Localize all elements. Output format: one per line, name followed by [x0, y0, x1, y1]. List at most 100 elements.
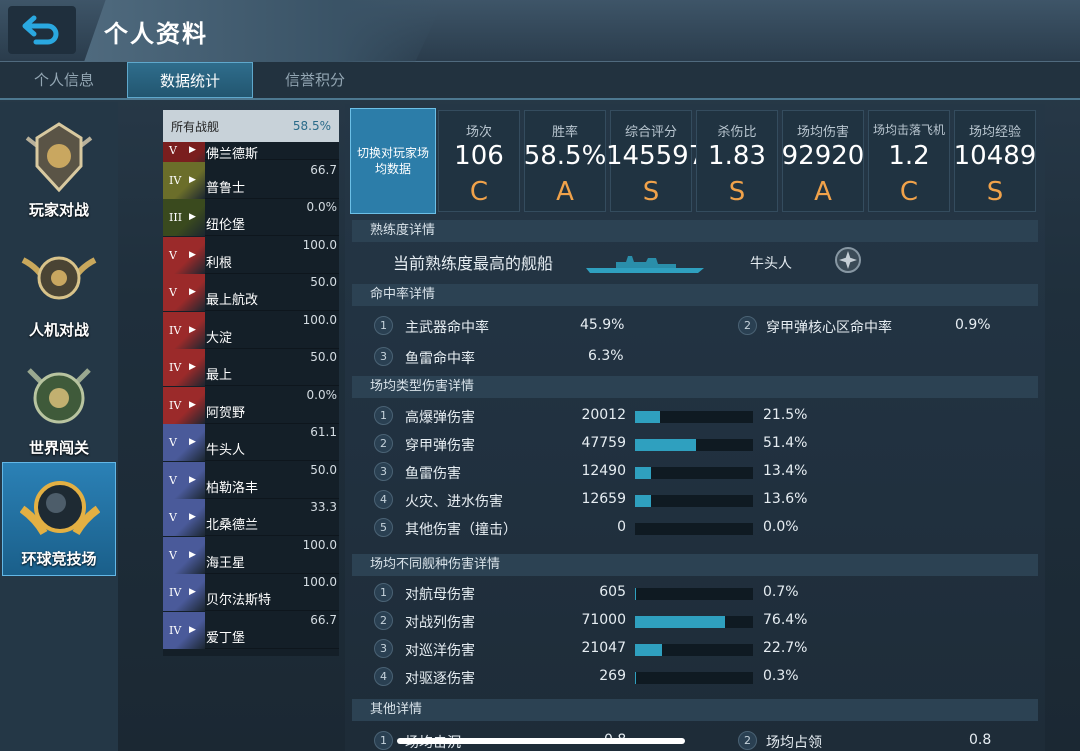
ship-class-icon: ▶: [189, 587, 196, 597]
mode-world-challenge-label: 世界闯关: [28, 439, 89, 457]
row-number-badge: 2: [374, 611, 393, 630]
stat-value: 1.83: [708, 141, 766, 171]
stat-value: 1.2: [888, 141, 930, 171]
damage-bar-fill: [635, 411, 661, 423]
torpedo-hit-label: 鱼雷命中率: [405, 351, 475, 367]
ship-name: 纽伦堡: [206, 218, 246, 233]
ship-list[interactable]: 所有战舰 58.5% V ▶ 佛兰德斯 IV ▶ 普鲁士 66.7 III ▶ 纽伦堡 0.0% V ▶…: [163, 110, 339, 656]
pvp-emblem-icon: [25, 122, 93, 193]
page-title: 个人资料: [104, 20, 208, 48]
switch-data-button[interactable]: 切换对玩家场均数据: [350, 108, 436, 214]
mode-pvp[interactable]: 玩家对战: [2, 112, 116, 226]
other-section-header: 其他详情: [352, 699, 1038, 721]
ship-list-item[interactable]: V ▶ 北桑德兰 33.3: [163, 499, 339, 536]
row-number-badge: 1: [374, 406, 393, 425]
mode-pvp-label: 玩家对战: [28, 201, 89, 219]
stat-value: 92920: [781, 141, 865, 171]
damage-bar: [635, 411, 753, 423]
stat-label: 综合评分: [624, 125, 677, 140]
row-number-badge: 3: [374, 639, 393, 658]
damage-value: 47759: [581, 435, 626, 451]
damage-percent: 51.4%: [763, 435, 808, 451]
ship-list-item[interactable]: III ▶ 纽伦堡 0.0%: [163, 199, 339, 236]
ship-winrate: 100.0: [302, 575, 337, 589]
stat-grade: C: [469, 177, 489, 207]
ship-name: 北桑德兰: [206, 518, 259, 533]
damage-percent: 13.4%: [763, 463, 808, 479]
row-number-badge: 4: [374, 667, 393, 686]
ship-list-item[interactable]: IV ▶ 大淀 100.0: [163, 311, 339, 349]
damage-label: 火灾、进水伤害: [405, 494, 503, 510]
stat-card-battles: 场次 106 C: [438, 110, 520, 212]
stat-card-avg-exp: 场均经验 10489 S: [954, 110, 1036, 212]
ap-citadel-hit-label: 穿甲弹核心区命中率: [766, 320, 892, 336]
ship-tier: IV: [169, 623, 182, 637]
ship-class-icon: ▶: [189, 624, 196, 635]
ship-list-item[interactable]: V ▶ 利根 100.0: [163, 236, 339, 274]
ship-list-item[interactable]: V ▶ 佛兰德斯: [163, 142, 339, 179]
ship-name: 爱丁堡: [206, 630, 246, 646]
all-ships-item[interactable]: 所有战舰 58.5%: [163, 110, 339, 142]
ship-class-icon: ▶: [189, 437, 196, 447]
tab-statistics[interactable]: 数据统计: [127, 62, 253, 98]
ship-list-item[interactable]: V ▶ 牛头人 61.1: [163, 424, 339, 461]
damage-bar: [635, 523, 753, 535]
tab-credit-score[interactable]: 信誉积分: [253, 62, 377, 98]
home-indicator[interactable]: [397, 738, 685, 744]
row-number-badge: 2: [738, 731, 757, 750]
tab-personal-info[interactable]: 个人信息: [0, 62, 128, 98]
damage-bar-fill: [635, 588, 636, 600]
ship-winrate: 0.0%: [306, 387, 338, 402]
ship-name: 柏勒洛丰: [206, 480, 259, 496]
row-number-badge: 1: [374, 316, 393, 335]
stat-card-avg-damage: 场均伤害 92920 A: [782, 110, 864, 212]
damage-label: 对巡洋伤害: [405, 643, 475, 659]
stat-grade: S: [728, 177, 746, 207]
ship-list-item[interactable]: IV ▶ 爱丁堡 66.7: [163, 611, 339, 649]
ship-list-item[interactable]: IV ▶ 贝尔法斯特 100.0: [163, 574, 339, 611]
ship-class-icon: ▶: [189, 474, 196, 485]
damage-bar: [635, 644, 753, 656]
ship-name: 海王星: [206, 555, 246, 571]
mode-global-arena[interactable]: 环球竞技场: [2, 462, 116, 576]
ship-winrate: 61.1: [310, 425, 337, 439]
ship-list-item[interactable]: IV ▶ 最上 50.0: [163, 349, 339, 386]
ship-class-icon: ▶: [189, 212, 196, 222]
proficiency-badge-icon: [835, 247, 861, 273]
damage-value: 71000: [581, 612, 626, 628]
damage-type-section-header: 场均类型伤害详情: [352, 376, 1038, 398]
ship-list-item[interactable]: V ▶ 最上航改 50.0: [163, 274, 339, 311]
global-arena-emblem-icon: [20, 481, 100, 536]
ship-name: 阿贺野: [206, 405, 246, 421]
ship-name: 佛兰德斯: [206, 147, 259, 162]
ship-winrate: 0.0%: [306, 200, 338, 214]
ship-list-item[interactable]: V ▶ 海王星 100.0: [163, 536, 339, 574]
ship-tier: III: [169, 211, 183, 224]
proficiency-section-header: 熟练度详情: [352, 220, 1038, 242]
stat-value: 58.5%: [523, 141, 607, 171]
stat-label: 场均经验: [968, 125, 1021, 140]
ship-tier: IV: [169, 398, 182, 412]
damage-bar: [635, 439, 753, 451]
damage-label: 高爆弹伤害: [405, 410, 475, 426]
ship-list-item[interactable]: IV ▶ 普鲁士 66.7: [163, 161, 339, 199]
damage-value: 21047: [581, 640, 626, 656]
ship-class-icon: ▶: [189, 399, 196, 410]
row-number-badge: 3: [374, 347, 393, 366]
stat-grade: A: [556, 177, 574, 207]
mode-world-challenge[interactable]: 世界闯关: [2, 350, 116, 464]
damage-bar-fill: [635, 644, 662, 656]
row-number-badge: 1: [374, 583, 393, 602]
mode-pve[interactable]: 人机对战: [2, 232, 116, 346]
back-button[interactable]: [8, 6, 76, 54]
hit-rate-section-header: 命中率详情: [352, 284, 1038, 306]
damage-label: 其他伤害（撞击）: [405, 522, 517, 538]
top-proficiency-ship-name: 牛头人: [750, 256, 792, 272]
ship-class-icon: ▶: [189, 512, 196, 522]
mode-sidebar: 玩家对战 人机对战 世界闯关 环球竞技场: [0, 102, 118, 751]
ship-class-icon: ▶: [189, 549, 196, 560]
ship-list-item[interactable]: IV ▶ 阿贺野 0.0%: [163, 386, 339, 424]
all-ships-label: 所有战舰: [171, 119, 220, 134]
ship-list-item[interactable]: V ▶ 柏勒洛丰 50.0: [163, 461, 339, 499]
ship-winrate: 100.0: [302, 537, 337, 552]
